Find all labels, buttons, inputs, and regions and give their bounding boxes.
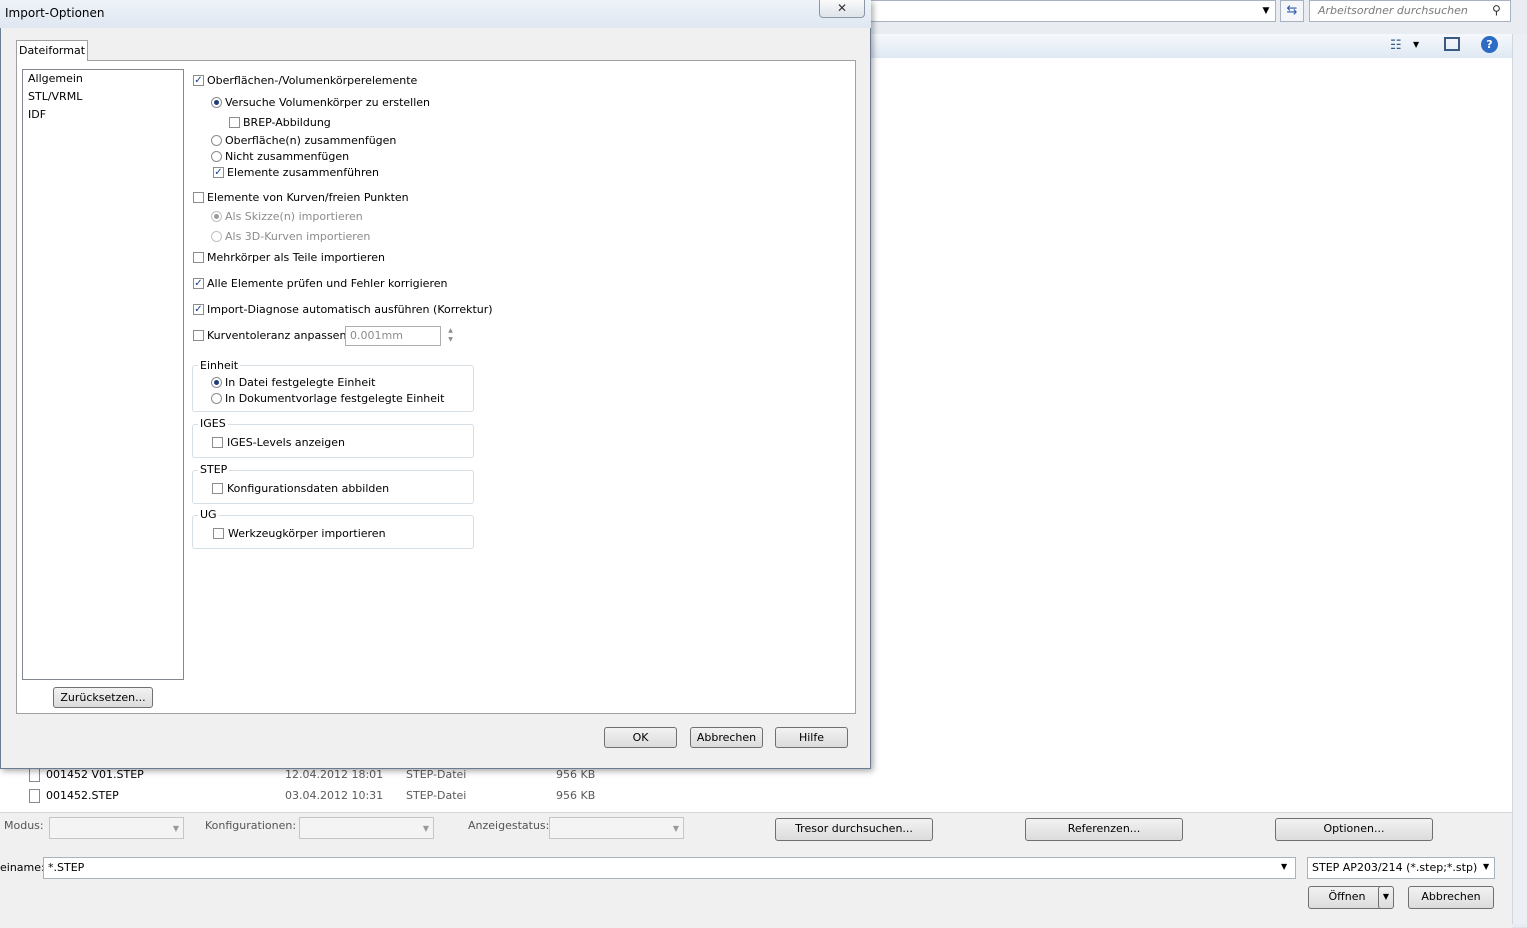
file-date: 12.04.2012 18:01 — [285, 768, 384, 781]
open-button-label: Öffnen — [1328, 890, 1366, 903]
multibody-checkbox[interactable] — [193, 252, 204, 263]
configs-select: ▼ — [299, 817, 434, 839]
as-sketch-label: Als Skizze(n) importieren — [225, 210, 363, 223]
filename-input[interactable]: *.STEP — [43, 857, 1296, 879]
file-icon — [29, 789, 40, 803]
merge-entities-checkbox[interactable]: ✓ — [213, 167, 224, 178]
try-solids-radio[interactable] — [211, 97, 222, 108]
knit-surfaces-radio[interactable] — [211, 135, 222, 146]
curves-checkbox[interactable] — [193, 192, 204, 203]
curve-tol-input[interactable]: 0.001mm — [345, 326, 441, 346]
list-item-idf[interactable]: IDF — [28, 108, 46, 121]
iges-levels-checkbox[interactable] — [212, 437, 223, 448]
open-cancel-button[interactable]: Abbrechen — [1408, 886, 1494, 909]
knit-surfaces-label: Oberfläche(n) zusammenfügen — [225, 134, 397, 147]
curves-label: Elemente von Kurven/freien Punkten — [207, 191, 409, 204]
search-icon[interactable]: ⚲ — [1492, 3, 1501, 17]
tool-bodies-label: Werkzeugkörper importieren — [228, 527, 386, 540]
display-state-select: ▼ — [549, 817, 684, 839]
modus-label: Modus: — [4, 819, 44, 832]
help-icon[interactable]: ? — [1481, 36, 1498, 53]
options-button[interactable]: Optionen... — [1275, 818, 1433, 841]
iges-group-title: IGES — [198, 417, 228, 430]
tab-dateiformat[interactable]: Dateiformat — [16, 40, 88, 61]
file-type: STEP-Datei — [406, 789, 467, 802]
multibody-label: Mehrkörper als Teile importieren — [207, 251, 385, 264]
list-item-allgemein[interactable]: Allgemein — [28, 72, 83, 85]
config-data-checkbox[interactable] — [212, 483, 223, 494]
display-state-label: Anzeigestatus: — [468, 819, 550, 832]
refresh-icon[interactable]: ⇆ — [1280, 0, 1304, 22]
address-bar[interactable] — [860, 0, 1276, 22]
open-button[interactable]: Öffnen — [1308, 886, 1386, 909]
view-icon[interactable]: ☷ — [1390, 38, 1402, 53]
ug-group-title: UG — [198, 508, 219, 521]
scrollbar[interactable] — [1512, 34, 1527, 924]
brep-checkbox[interactable] — [229, 117, 240, 128]
file-size: 956 KB — [556, 768, 596, 781]
iges-levels-label: IGES-Levels anzeigen — [227, 436, 345, 449]
merge-entities-label: Elemente zusammenführen — [227, 166, 380, 179]
tool-bodies-checkbox[interactable] — [213, 528, 224, 539]
chevron-down-icon[interactable]: ▼ — [1258, 3, 1274, 19]
modus-select: ▼ — [49, 817, 184, 839]
file-icon — [29, 768, 40, 782]
preview-pane-icon[interactable] — [1444, 37, 1460, 51]
import-diag-label: Import-Diagnose automatisch ausführen (K… — [207, 303, 493, 316]
ok-button[interactable]: OK — [604, 727, 677, 748]
close-icon[interactable]: ✕ — [819, 0, 865, 18]
chevron-down-icon[interactable]: ▼ — [1483, 862, 1489, 871]
file-date: 03.04.2012 10:31 — [285, 789, 384, 802]
filename-label: einame: — [0, 861, 45, 874]
unit-from-template-radio[interactable] — [211, 393, 222, 404]
curve-tol-checkbox[interactable] — [193, 330, 204, 341]
no-knit-label: Nicht zusammenfügen — [225, 150, 350, 163]
reset-button[interactable]: Zurücksetzen... — [53, 687, 153, 708]
filetype-select[interactable]: STEP AP203/214 (*.step;*.stp) — [1307, 857, 1495, 879]
file-type: STEP-Datei — [406, 768, 467, 781]
curve-tol-label: Kurventoleranz anpassen: — [207, 329, 351, 342]
dialog-titlebar[interactable] — [0, 0, 871, 28]
help-button[interactable]: Hilfe — [775, 727, 848, 748]
table-row[interactable]: 001452.STEP 03.04.2012 10:31 STEP-Datei … — [26, 787, 626, 807]
unit-from-template-label: In Dokumentvorlage festgelegte Einheit — [225, 392, 445, 405]
file-name: 001452 V01.STEP — [46, 768, 144, 781]
try-solids-label: Versuche Volumenkörper zu erstellen — [225, 96, 431, 109]
category-list — [22, 69, 184, 680]
as-3d-curves-radio[interactable] — [211, 231, 222, 242]
table-row[interactable]: 001452 V01.STEP 12.04.2012 18:01 STEP-Da… — [26, 766, 626, 786]
references-button[interactable]: Referenzen... — [1025, 818, 1183, 841]
search-placeholder: Arbeitsordner durchsuchen — [1318, 4, 1468, 17]
unit-group-title: Einheit — [198, 359, 241, 372]
surfaces-checkbox[interactable]: ✓ — [193, 75, 204, 86]
surfaces-label: Oberflächen-/Volumenkörperelemente — [207, 74, 418, 87]
check-entities-label: Alle Elemente prüfen und Fehler korrigie… — [207, 277, 448, 290]
chevron-down-icon[interactable]: ▼ — [1281, 862, 1287, 871]
unit-from-file-radio[interactable] — [211, 377, 222, 388]
list-item-stl-vrml[interactable]: STL/VRML — [28, 90, 82, 103]
step-group-title: STEP — [198, 463, 230, 476]
file-size: 956 KB — [556, 789, 596, 802]
vault-button[interactable]: Tresor durchsuchen... — [775, 818, 933, 841]
file-name: 001452.STEP — [46, 789, 119, 802]
unit-from-file-label: In Datei festgelegte Einheit — [225, 376, 376, 389]
check-entities-checkbox[interactable]: ✓ — [193, 278, 204, 289]
no-knit-radio[interactable] — [211, 151, 222, 162]
as-3d-curves-label: Als 3D-Kurven importieren — [225, 230, 371, 243]
config-data-label: Konfigurationsdaten abbilden — [227, 482, 390, 495]
as-sketch-radio[interactable] — [211, 211, 222, 222]
curve-tol-stepper[interactable]: ▲ ▼ — [445, 326, 456, 346]
configs-label: Konfigurationen: — [205, 819, 297, 832]
open-dropdown-button[interactable]: ▼ — [1378, 886, 1394, 909]
brep-label: BREP-Abbildung — [243, 116, 331, 129]
chevron-down-icon[interactable]: ▼ — [1413, 40, 1419, 49]
dialog-title: Import-Optionen — [5, 6, 105, 20]
import-diag-checkbox[interactable]: ✓ — [193, 304, 204, 315]
cancel-button[interactable]: Abbrechen — [690, 727, 763, 748]
